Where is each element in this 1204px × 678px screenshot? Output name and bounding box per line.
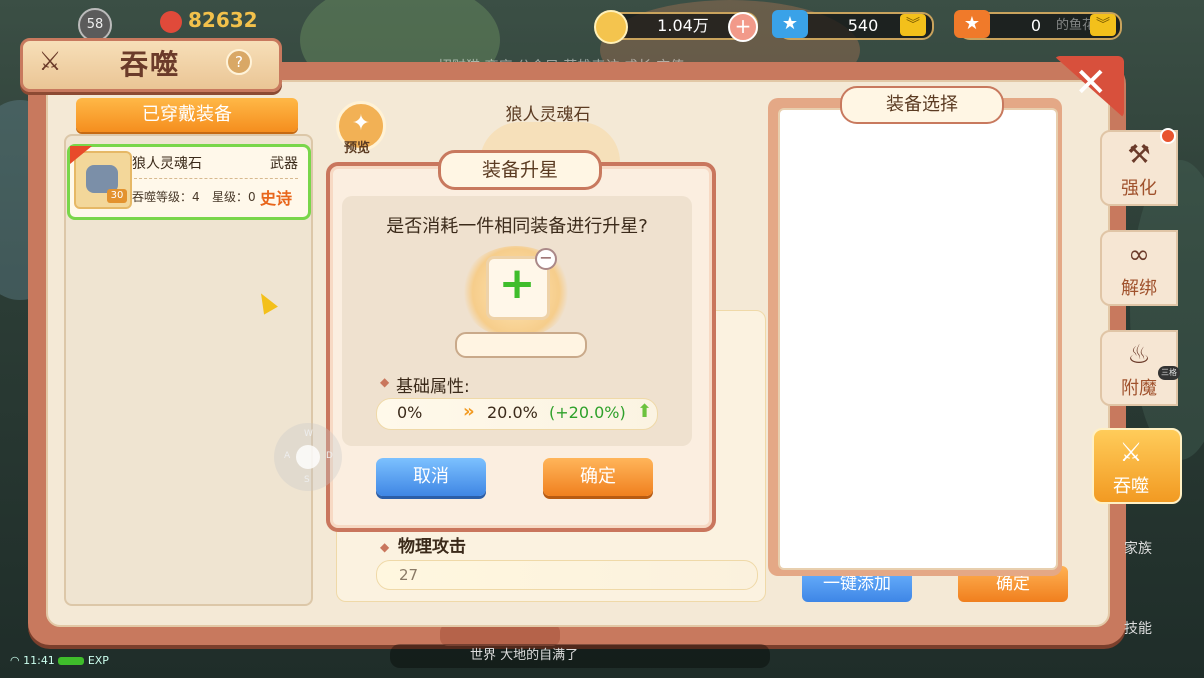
bullet-icon: ◆: [380, 375, 390, 389]
gold-coin-icon: [594, 10, 628, 44]
wifi-icon: ◠: [10, 654, 20, 667]
joystick-up-key: W: [304, 429, 313, 439]
joystick-right-key: D: [326, 451, 333, 461]
chevron-down-icon[interactable]: ︾: [900, 14, 926, 36]
item-name: 狼人灵魂石: [132, 156, 202, 172]
remove-material-button[interactable]: −: [535, 248, 557, 270]
page-title: 吞噬: [120, 48, 181, 81]
battery-icon: [58, 657, 85, 665]
item-title: 狼人灵魂石: [505, 105, 591, 125]
stat-value: 27: [399, 566, 419, 584]
help-button[interactable]: ?: [226, 49, 252, 75]
devour-level: 吞噬等级：4: [132, 190, 200, 204]
chain-icon: ∞: [1128, 240, 1150, 270]
attr-from: 0%: [397, 403, 423, 422]
material-name-slot: [455, 332, 587, 358]
star-ticket-icon: ★: [772, 10, 808, 38]
confirm-button[interactable]: 确定: [543, 458, 653, 496]
notification-dot: [1160, 128, 1176, 144]
stat-bar: 27: [376, 560, 758, 590]
clock: 11:41: [23, 654, 55, 667]
bullet-icon: ◆: [380, 540, 390, 554]
gem-value: 540: [847, 16, 879, 35]
tab-label: 解绑: [1121, 278, 1157, 299]
joystick-left-key: A: [284, 451, 291, 461]
chat-bar[interactable]: 世界 大地的自满了: [390, 644, 770, 668]
power-icon: [160, 10, 182, 33]
item-type: 武器: [270, 156, 298, 172]
double-arrow-icon: »: [463, 401, 475, 422]
gold-value: 1.04万: [657, 16, 709, 35]
tab-label: 强化: [1121, 178, 1157, 199]
base-attribute-label: 基础属性:: [396, 377, 470, 397]
side-tooltip: 三格: [1158, 366, 1180, 380]
compass-star-icon: ✦: [351, 111, 371, 136]
plus-icon[interactable]: +: [497, 262, 537, 306]
divider: [134, 178, 298, 179]
power-value: 82632: [188, 8, 258, 32]
attr-to: 20.0%: [487, 403, 538, 422]
add-gold-button[interactable]: +: [728, 12, 758, 42]
attr-delta: (+20.0%): [549, 403, 626, 422]
rarity-label: 史诗: [260, 189, 293, 208]
cancel-button[interactable]: 取消: [376, 458, 486, 496]
attribute-change-bar: 0% » 20.0% (+20.0%) ⬆: [376, 398, 658, 430]
equipped-gear-header: 已穿戴装备: [76, 98, 298, 132]
devour-icon: ⚔: [1119, 438, 1143, 468]
dialog-title: 装备升星: [438, 150, 602, 190]
joystick-down-key: S: [304, 475, 310, 485]
side-label-clan[interactable]: 家族: [1124, 538, 1152, 558]
book-spine: [440, 624, 560, 646]
up-arrow-icon: ⬆: [637, 401, 653, 422]
ticket-value: 0: [1030, 16, 1042, 35]
equipment-select-title: 装备选择: [840, 86, 1004, 124]
player-level-badge[interactable]: 58: [78, 8, 112, 42]
hammer-icon: ⚒: [1127, 140, 1151, 170]
exp-label: EXP: [87, 654, 109, 667]
star-level: 星级：0: [212, 190, 256, 204]
preview-label: 预览: [344, 141, 371, 156]
stat-label: 物理攻击: [398, 537, 466, 557]
crossed-swords-icon: ⚔: [38, 47, 62, 77]
side-label-skill[interactable]: 技能: [1124, 618, 1152, 638]
tab-unbind[interactable]: ∞ 解绑: [1100, 230, 1178, 306]
joystick-knob[interactable]: [296, 445, 320, 469]
equipment-select-list[interactable]: [778, 108, 1058, 570]
chevron-down-icon[interactable]: ︾: [1090, 14, 1116, 36]
close-icon[interactable]: ✕: [1074, 60, 1108, 106]
orange-ticket-icon: ★: [954, 10, 990, 38]
item-level-badge: 30: [107, 189, 127, 203]
tab-label: 吞噬: [1113, 476, 1149, 497]
combat-power: 82632: [160, 8, 258, 33]
tab-devour[interactable]: ⚔ 吞噬: [1092, 428, 1182, 504]
status-bar: ◠ 11:41 EXP: [10, 654, 109, 667]
dialog-question: 是否消耗一件相同装备进行升星?: [386, 216, 648, 237]
